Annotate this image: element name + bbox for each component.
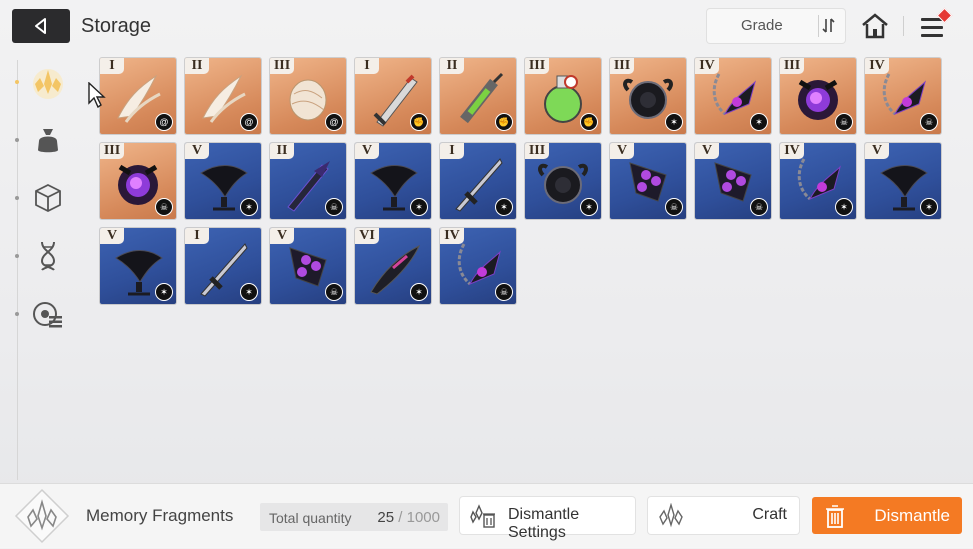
sidebar-item-bag[interactable]	[24, 120, 72, 160]
skull-type-icon: ☠	[835, 113, 853, 131]
inventory-item[interactable]: I ✊	[355, 58, 431, 134]
skull-type-icon: ☠	[750, 198, 768, 216]
inventory-item[interactable]: II ☠	[270, 143, 346, 219]
swirl-type-icon: @	[155, 113, 173, 131]
mouse-cursor-icon	[88, 82, 106, 108]
swirl-type-icon: @	[240, 113, 258, 131]
skull-type-icon: ☠	[495, 283, 513, 301]
fist-type-icon: ✊	[580, 113, 598, 131]
skull-type-icon: ☠	[155, 198, 173, 216]
claw-type-icon: ✶	[240, 198, 258, 216]
inventory-item[interactable]: II @	[185, 58, 261, 134]
claw-type-icon: ✶	[665, 113, 683, 131]
sidebar-item-dna[interactable]	[24, 236, 72, 276]
claw-type-icon: ✶	[155, 283, 173, 301]
back-button[interactable]	[12, 9, 70, 43]
inventory-item[interactable]: I ✶	[185, 228, 261, 304]
swirl-type-icon: @	[325, 113, 343, 131]
footer-bar: Memory Fragments Total quantity 25 / 100…	[0, 483, 973, 548]
craft-icon	[659, 503, 683, 528]
skull-type-icon: ☠	[920, 113, 938, 131]
dismantle-settings-button[interactable]: Dismantle Settings	[460, 497, 635, 541]
inventory-item[interactable]: IV ✶	[780, 143, 856, 219]
fist-type-icon: ✊	[410, 113, 428, 131]
dismantle-settings-label: Dismantle Settings	[508, 506, 580, 541]
dismantle-label: Dismantle	[874, 506, 950, 525]
total-quantity-box: Total quantity 25 / 1000	[260, 503, 448, 531]
skull-type-icon: ☠	[325, 283, 343, 301]
skull-type-icon: ☠	[325, 198, 343, 216]
home-icon	[862, 13, 888, 39]
fist-type-icon: ✊	[495, 113, 513, 131]
page-title: Storage	[81, 15, 152, 37]
claw-type-icon: ✶	[410, 198, 428, 216]
inventory-item[interactable]: V ✶	[100, 228, 176, 304]
inventory-item[interactable]: IV ☠	[865, 58, 941, 134]
inventory-item[interactable]: III ☠	[100, 143, 176, 219]
inventory-item[interactable]: III ✊	[525, 58, 601, 134]
dna-icon	[40, 241, 56, 271]
bag-icon	[38, 129, 58, 153]
craft-button[interactable]: Craft	[648, 497, 799, 534]
inventory-item[interactable]: IV ☠	[440, 228, 516, 304]
claw-type-icon: ✶	[580, 198, 598, 216]
claw-type-icon: ✶	[920, 198, 938, 216]
inventory-item[interactable]: V ☠	[270, 228, 346, 304]
craft-label: Craft	[752, 506, 787, 523]
sidebar-item-cube[interactable]	[24, 178, 72, 218]
cube-icon	[35, 183, 61, 213]
skull-type-icon: ☠	[665, 198, 683, 216]
inventory-item[interactable]: II ✊	[440, 58, 516, 134]
claw-type-icon: ✶	[240, 283, 258, 301]
trash-icon	[826, 505, 844, 528]
claw-type-icon: ✶	[410, 283, 428, 301]
back-arrow-icon	[35, 18, 46, 34]
sidebar-item-memory-fragments[interactable]	[24, 62, 72, 102]
sort-label: Grade	[741, 17, 783, 34]
inventory-item[interactable]: III ☠	[780, 58, 856, 134]
claw-type-icon: ✶	[495, 198, 513, 216]
inventory-item[interactable]: V ☠	[695, 143, 771, 219]
sort-order-icon[interactable]	[818, 15, 837, 37]
inventory-item[interactable]: V ✶	[185, 143, 261, 219]
claw-type-icon: ✶	[835, 198, 853, 216]
inventory-item[interactable]: III ✶	[525, 143, 601, 219]
dismantle-settings-icon	[470, 504, 495, 528]
inventory-item[interactable]: I @	[100, 58, 176, 134]
category-label: Memory Fragments	[86, 506, 234, 525]
memory-fragment-icon	[33, 69, 63, 99]
dismantle-button[interactable]: Dismantle	[812, 497, 962, 534]
home-button[interactable]	[858, 10, 892, 42]
inventory-item[interactable]: V ✶	[865, 143, 941, 219]
sidebar-item-chip[interactable]	[24, 294, 72, 334]
claw-type-icon: ✶	[750, 113, 768, 131]
total-quantity-label: Total quantity	[269, 510, 352, 526]
menu-button[interactable]	[918, 7, 953, 42]
crystal-icon	[14, 488, 70, 544]
inventory-item[interactable]: III @	[270, 58, 346, 134]
inventory-item[interactable]: III ✶	[610, 58, 686, 134]
total-quantity-value: 25 / 1000	[377, 509, 440, 526]
inventory-item[interactable]: V ✶	[355, 143, 431, 219]
inventory-item[interactable]: IV ✶	[695, 58, 771, 134]
inventory-item[interactable]: V ☠	[610, 143, 686, 219]
sort-dropdown[interactable]: Grade	[707, 9, 845, 43]
sidebar-rail	[17, 60, 18, 480]
inventory-item[interactable]: I ✶	[440, 143, 516, 219]
sidebar-active-dot	[15, 80, 19, 84]
divider	[903, 16, 904, 36]
chip-icon	[33, 302, 62, 328]
inventory-item[interactable]: VI ✶	[355, 228, 431, 304]
memory-fragment-badge	[14, 488, 70, 544]
